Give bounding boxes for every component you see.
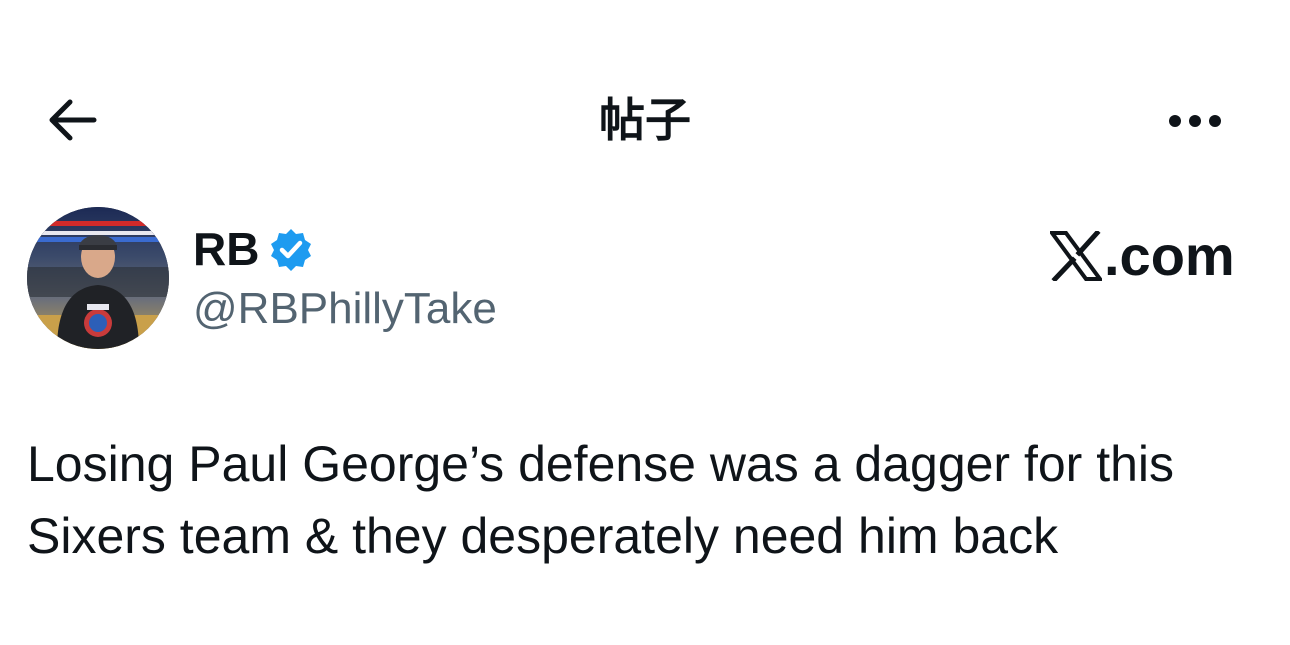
x-com-text: .com xyxy=(1104,224,1235,287)
page-title: 帖子 xyxy=(599,93,691,147)
x-com-watermark: .com xyxy=(1050,226,1235,286)
arrow-left-icon xyxy=(49,99,97,141)
tweet-text: Losing Paul George’s defense was a dagge… xyxy=(27,436,1175,564)
top-navigation-bar: 帖子 xyxy=(0,70,1290,170)
x-logo-icon xyxy=(1050,231,1102,281)
avatar-photo xyxy=(27,207,169,349)
verified-badge-icon xyxy=(269,227,313,271)
more-options-button[interactable] xyxy=(1160,96,1230,146)
avatar[interactable] xyxy=(27,207,169,349)
display-name[interactable]: RB xyxy=(193,222,259,276)
back-button[interactable] xyxy=(40,92,104,148)
author-name-row[interactable]: RB xyxy=(193,222,313,276)
author-handle[interactable]: @RBPhillyTake xyxy=(193,283,497,335)
more-horizontal-icon xyxy=(1169,115,1221,127)
